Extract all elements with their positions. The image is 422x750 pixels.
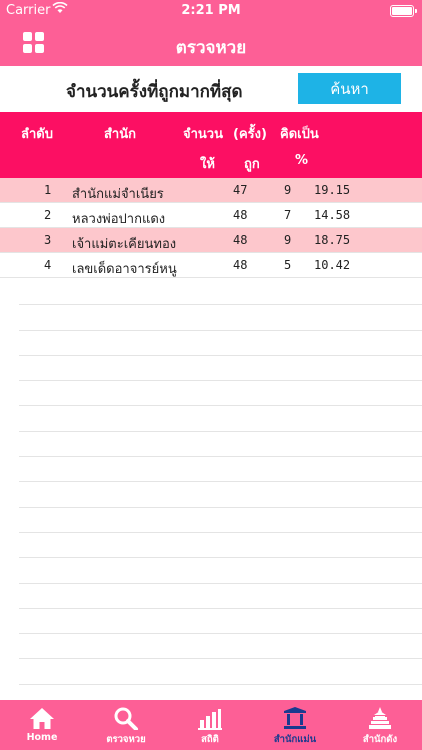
given-cell: 48	[233, 208, 248, 222]
percent-cell: 18.75	[314, 233, 351, 247]
given-cell: 48	[233, 258, 248, 272]
tab-label: Home	[26, 732, 58, 743]
tab-bar: Home ตรวจหวย สถิติ สำนักแม่น สำนักดัง	[0, 700, 422, 750]
bar-chart-icon	[198, 709, 222, 730]
tab-label: สถิติ	[201, 734, 219, 745]
page-title: ตรวจหวย	[175, 38, 247, 58]
correct-cell: 5	[284, 258, 292, 272]
table-row[interactable]: 3 เจ้าแม่ตะเคียนทอง 48 9 18.75	[0, 228, 422, 253]
battery-icon	[390, 5, 417, 17]
table-row[interactable]: 4 เลขเด็ดอาจารย์หนู 48 5 10.42	[0, 253, 422, 278]
rank-cell: 1	[44, 183, 52, 197]
header-percent-sub: %	[295, 153, 309, 168]
rank-cell: 3	[44, 233, 52, 247]
percent-cell: 14.58	[314, 208, 351, 222]
temple-icon	[284, 707, 306, 729]
rank-cell: 2	[44, 208, 52, 222]
office-cell: สำนักแม่จำเนียร	[72, 187, 164, 202]
status-time: 2:21 PM	[181, 3, 241, 18]
given-cell: 47	[233, 183, 248, 197]
tab-label: สำนักแม่น	[273, 734, 317, 745]
tab-check-lottery[interactable]: ตรวจหวย	[84, 700, 168, 750]
search-icon	[114, 707, 138, 730]
office-cell: เจ้าแม่ตะเคียนทอง	[72, 237, 177, 252]
header-percent: คิดเป็น	[280, 127, 319, 142]
rank-cell: 4	[44, 258, 52, 272]
tab-statistics[interactable]: สถิติ	[168, 700, 252, 750]
table-body: 1 สำนักแม่จำเนียร 47 9 19.15 2 หลวงพ่อปา…	[0, 178, 422, 278]
header-times-sub: ถูก	[244, 157, 260, 172]
home-icon	[30, 708, 54, 729]
correct-cell: 9	[284, 233, 292, 247]
search-label: จำนวนครั้งที่ถูกมากที่สุด	[66, 82, 243, 102]
status-bar: Carrier 2:21 PM	[0, 0, 422, 22]
shrine-icon	[369, 707, 391, 729]
header-rank: ลำดับ	[21, 127, 53, 142]
given-cell: 48	[233, 233, 248, 247]
table-header: ลำดับ สำนัก จำนวน (ครั้ง) คิดเป็น ให้ ถู…	[0, 112, 422, 178]
header-amount-sub: ให้	[200, 157, 215, 172]
search-button[interactable]: ค้นหา	[298, 73, 401, 104]
tab-home[interactable]: Home	[0, 700, 84, 750]
percent-cell: 19.15	[314, 183, 351, 197]
tab-accurate-offices[interactable]: สำนักแม่น	[253, 700, 337, 750]
header-amount: จำนวน	[183, 127, 223, 142]
table-row[interactable]: 2 หลวงพ่อปากแดง 48 7 14.58	[0, 203, 422, 228]
table-row[interactable]: 1 สำนักแม่จำเนียร 47 9 19.15	[0, 178, 422, 203]
tab-label: ตรวจหวย	[106, 734, 146, 745]
percent-cell: 10.42	[314, 258, 351, 272]
search-row: จำนวนครั้งที่ถูกมากที่สุด ค้นหา	[0, 66, 422, 112]
tab-famous-offices[interactable]: สำนักดัง	[338, 700, 422, 750]
correct-cell: 9	[284, 183, 292, 197]
empty-rows	[19, 280, 422, 700]
tab-label: สำนักดัง	[362, 734, 398, 745]
office-cell: เลขเด็ดอาจารย์หนู	[72, 262, 177, 277]
office-cell: หลวงพ่อปากแดง	[72, 212, 166, 227]
header-office: สำนัก	[104, 127, 136, 142]
header-times: (ครั้ง)	[233, 127, 267, 142]
correct-cell: 7	[284, 208, 292, 222]
nav-bar: ตรวจหวย	[0, 22, 422, 66]
